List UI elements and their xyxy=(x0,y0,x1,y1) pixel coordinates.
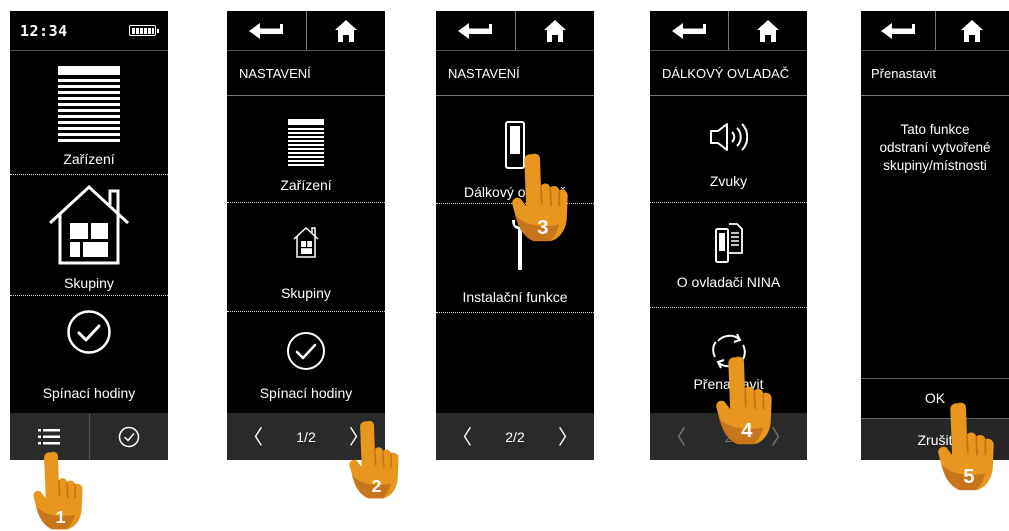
menu-item-label: Skupiny xyxy=(64,275,114,291)
page-title: NASTAVENÍ xyxy=(436,51,594,96)
separator xyxy=(10,174,168,175)
menu-item-label: Spínací hodiny xyxy=(259,385,353,401)
back-arrow-icon xyxy=(880,22,915,39)
menu-item-label: Instalační funkce xyxy=(462,289,568,305)
remote-screen-reset-confirm: Přenastavit Tato funkce odstraní vytvoře… xyxy=(861,11,1009,460)
top-bar xyxy=(861,11,1009,51)
remote-screen-home: 12:34 Zařízení Skupiny Spínací hodiny xyxy=(10,11,168,460)
menu-item-label: Zvuky xyxy=(709,173,748,189)
menu-item-label: Zařízení xyxy=(280,177,332,193)
pointing-hand-step-1: 1 xyxy=(32,451,84,531)
step-number: 1 xyxy=(56,507,66,527)
back-button[interactable] xyxy=(436,11,515,50)
house-icon xyxy=(48,184,130,265)
next-page-button[interactable]: 〉 xyxy=(558,427,578,447)
remote-info-icon xyxy=(714,223,743,263)
prev-page-button[interactable]: 〈 xyxy=(452,427,472,447)
pointing-hand-step-3: 3 xyxy=(511,152,569,243)
remote-screen-settings-page1: NASTAVENÍ Zařízení Skupiny Spínací hodin… xyxy=(227,11,385,460)
menu-list-icon xyxy=(38,428,61,444)
separator xyxy=(227,202,385,203)
separator xyxy=(227,311,385,312)
prev-page-button[interactable]: 〈 xyxy=(666,427,686,447)
checkmark-circle-icon xyxy=(287,332,325,370)
separator xyxy=(650,202,807,203)
status-bar: 12:34 xyxy=(10,11,168,51)
home-icon xyxy=(334,19,357,42)
page-indicator: 2/2 xyxy=(505,428,525,445)
top-bar xyxy=(650,11,807,51)
separator xyxy=(436,312,594,313)
step-number: 3 xyxy=(537,217,548,239)
separator xyxy=(650,307,807,308)
top-bar xyxy=(227,11,385,51)
battery-full-icon xyxy=(129,25,159,36)
house-icon xyxy=(293,226,319,258)
pointing-hand-step-5: 5 xyxy=(937,401,995,492)
home-icon xyxy=(543,19,566,42)
back-button[interactable] xyxy=(227,11,306,50)
home-button[interactable] xyxy=(514,11,595,50)
home-button[interactable] xyxy=(305,11,386,50)
back-button[interactable] xyxy=(861,11,935,50)
home-icon xyxy=(961,19,984,42)
step-number: 2 xyxy=(372,476,382,496)
page-title: Přenastavit xyxy=(861,51,1009,96)
menu-item-label: Skupiny xyxy=(281,285,331,301)
page-title: NASTAVENÍ xyxy=(227,51,385,96)
checkmark-circle-icon xyxy=(67,310,111,354)
menu-item-label: Spínací hodiny xyxy=(42,385,136,401)
blinds-icon xyxy=(58,66,120,142)
step-number: 5 xyxy=(963,466,974,488)
menu-item-label: Zařízení xyxy=(63,151,115,167)
prev-page-button[interactable]: 〈 xyxy=(243,427,263,447)
clock-time: 12:34 xyxy=(20,21,68,40)
back-arrow-icon xyxy=(672,22,706,39)
page-title: DÁLKOVÝ OVLADAČ xyxy=(650,51,807,96)
back-arrow-icon xyxy=(249,22,284,39)
blinds-icon xyxy=(288,119,324,166)
pointing-hand-step-2: 2 xyxy=(348,420,400,500)
back-arrow-icon xyxy=(458,22,493,39)
page-indicator: 1/2 xyxy=(296,428,316,445)
speaker-icon xyxy=(709,123,748,151)
menu-item-label: O ovladači NINA xyxy=(676,274,781,290)
pointing-hand-step-4: 4 xyxy=(715,355,773,446)
confirmation-message: Tato funkce odstraní vytvořené skupiny/m… xyxy=(879,122,991,173)
home-icon xyxy=(757,19,779,42)
back-button[interactable] xyxy=(650,11,728,50)
home-button[interactable] xyxy=(934,11,1009,50)
top-bar xyxy=(436,11,594,51)
tab-timers[interactable] xyxy=(88,413,169,460)
home-button[interactable] xyxy=(728,11,807,50)
pager: 〈 2/2 〉 xyxy=(436,413,594,460)
clock-check-icon xyxy=(118,426,139,447)
separator xyxy=(10,295,168,296)
step-number: 4 xyxy=(741,420,753,442)
